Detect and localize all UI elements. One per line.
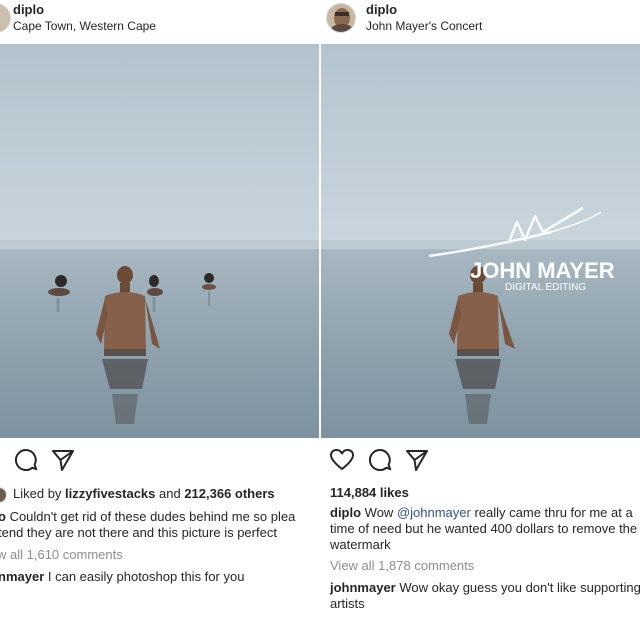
comment-user[interactable]: nmayer [0, 569, 44, 584]
comparison-screenshot: diplo Cape Town, Western Cape Liked by l… [0, 0, 640, 640]
left-avatar[interactable] [0, 3, 11, 33]
watermark-title: JOHN MAYER [470, 258, 615, 283]
comment-icon[interactable] [367, 447, 393, 473]
right-username[interactable]: diplo [366, 2, 397, 17]
right-location[interactable]: John Mayer's Concert [366, 19, 482, 33]
liked-by-avatar[interactable] [0, 487, 7, 503]
right-caption: diplo Wow @johnmayer really came thru fo… [330, 505, 640, 553]
left-comment: nmayer I can easily photoshop this for y… [0, 569, 319, 585]
left-post-header: diplo Cape Town, Western Cape [0, 0, 319, 44]
left-username[interactable]: diplo [13, 2, 44, 17]
caption-line-2: tend they are not there and this picture… [0, 525, 277, 540]
right-action-bar [321, 447, 640, 475]
right-likes-count[interactable]: 114,884 likes [330, 485, 640, 501]
comment-user[interactable]: johnmayer [330, 580, 396, 595]
left-action-bar [0, 447, 319, 475]
liked-by-user[interactable]: lizzyfivestacks [65, 486, 155, 501]
caption-pre: Wow [361, 505, 397, 520]
left-post-photo [0, 44, 319, 438]
left-post: diplo Cape Town, Western Cape Liked by l… [0, 0, 319, 640]
left-caption: o Couldn't get rid of these dudes behind… [0, 509, 319, 541]
likes-middle: and [155, 486, 185, 501]
left-location[interactable]: Cape Town, Western Cape [13, 19, 156, 33]
right-view-all-comments[interactable]: View all 1,878 comments [330, 558, 640, 574]
right-comment: johnmayer Wow okay guess you don't like … [330, 580, 640, 612]
right-post-photo: JOHN MAYER DIGITAL EDITING [321, 44, 640, 438]
share-icon[interactable] [50, 447, 76, 473]
caption-line-1: Couldn't get rid of these dudes behind m… [5, 509, 296, 524]
share-icon[interactable] [404, 447, 430, 473]
watermark-subtitle: DIGITAL EDITING [505, 282, 586, 293]
caption-mention[interactable]: @johnmayer [397, 505, 471, 520]
left-view-all-comments[interactable]: w all 1,610 comments [0, 547, 319, 563]
likes-count[interactable]: 212,366 others [184, 486, 274, 501]
comment-icon[interactable] [13, 447, 39, 473]
likes-prefix: Liked by [13, 486, 66, 501]
caption-user[interactable]: diplo [330, 505, 361, 520]
right-post: diplo John Mayer's Concert JOHN MAYER DI… [321, 0, 640, 640]
right-avatar[interactable] [326, 3, 356, 33]
right-post-header: diplo John Mayer's Concert [321, 0, 640, 44]
divider [319, 0, 321, 640]
heart-icon[interactable] [329, 447, 355, 473]
comment-text: I can easily photoshop this for you [44, 569, 245, 584]
